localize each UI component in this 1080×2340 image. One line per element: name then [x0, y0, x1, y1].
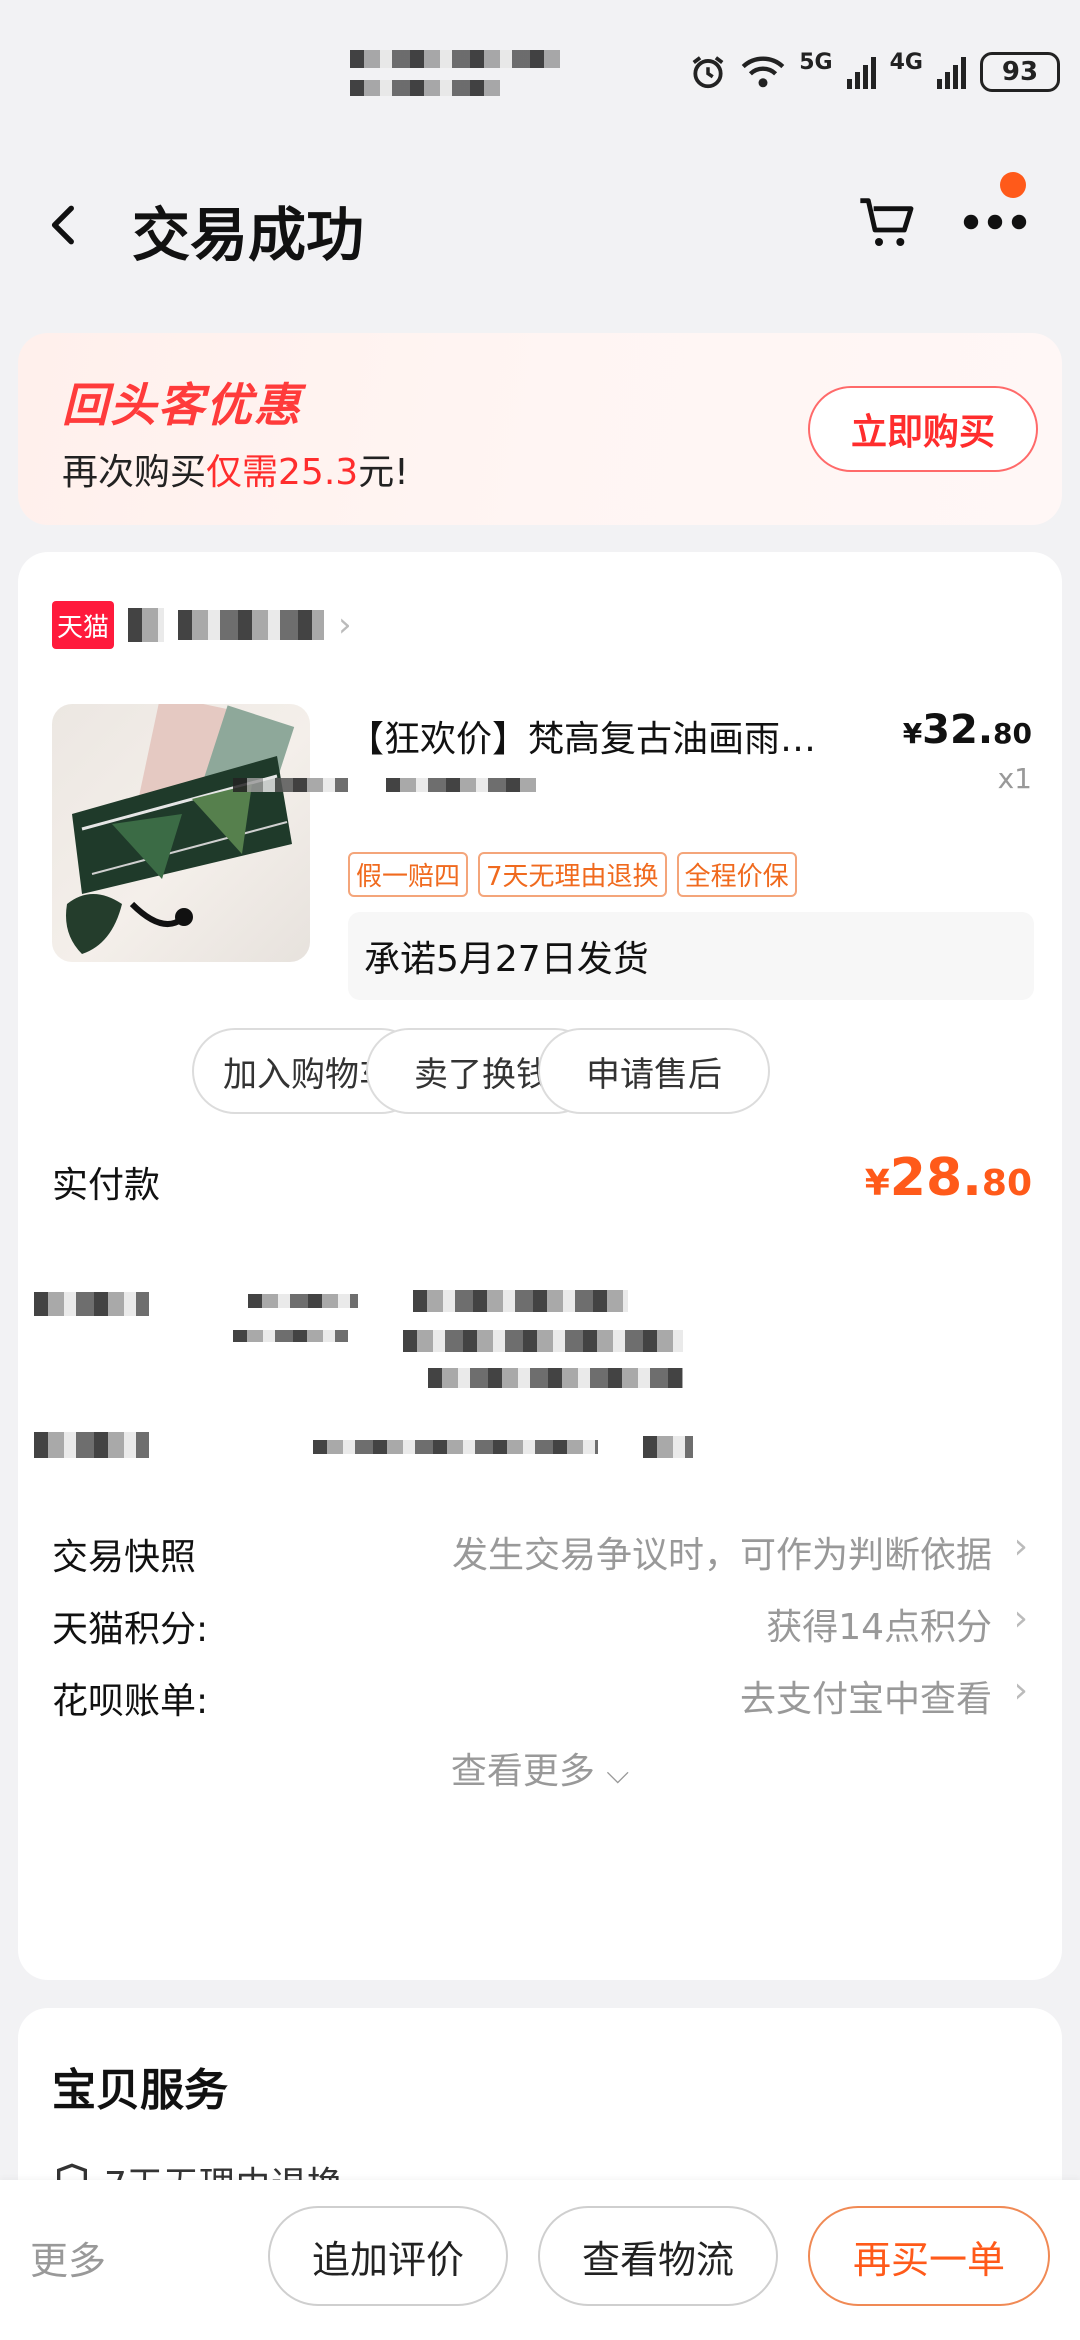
- umbrella-image: [66, 704, 295, 954]
- chevron-right-icon[interactable]: ›: [1014, 1598, 1028, 1639]
- buy-now-button[interactable]: 立即购买: [808, 386, 1038, 472]
- row-value-snapshot[interactable]: 发生交易争议时，可作为判断依据: [452, 1526, 992, 1578]
- redacted-shop-name: [128, 608, 164, 642]
- redacted-info: [34, 1292, 149, 1316]
- redacted-sku: [233, 778, 348, 792]
- redacted-sku: [386, 778, 536, 792]
- chevron-down-icon: ⌵: [606, 1756, 630, 1791]
- promo-sub-highlight: 仅需25.3: [206, 452, 359, 493]
- promo-title: 回头客优惠: [62, 378, 302, 432]
- redacted-info: [248, 1294, 358, 1308]
- signal-icon: [937, 55, 966, 89]
- chevron-right-icon[interactable]: ›: [1014, 1670, 1028, 1711]
- status-bar: 5G 4G 93: [0, 0, 1080, 150]
- promo-subtitle: 再次购买仅需25.3元!: [62, 443, 409, 495]
- chevron-right-icon: ›: [338, 605, 352, 645]
- service-tags: 假一赔四 7天无理由退换 全程价保: [348, 852, 797, 897]
- cart-icon[interactable]: [855, 190, 919, 254]
- item-service-card: 宝贝服务 7天无理由退换: [18, 2008, 1062, 2208]
- order-card: 天猫 › 【狂欢价】梵高复古油画雨… ¥32.80 x1 假一赔四 7天无理由退…: [18, 552, 1062, 1980]
- paid-decimal: 80: [981, 1163, 1032, 1204]
- row-label-points: 天猫积分:: [52, 1609, 209, 1650]
- redacted-shop-name: [178, 610, 324, 640]
- alarm-icon: [692, 56, 724, 89]
- redacted-time: [350, 80, 500, 96]
- paid-amount: ¥28.80: [865, 1148, 1032, 1208]
- network-5g-label: 5G: [799, 49, 833, 75]
- page-title: 交易成功: [132, 201, 365, 269]
- row-label-huabei: 花呗账单:: [52, 1681, 209, 1722]
- shop-header[interactable]: 天猫 ›: [52, 600, 352, 650]
- returning-customer-banner: 回头客优惠 再次购买仅需25.3元! 立即购买: [18, 333, 1062, 525]
- tag-item: 全程价保: [676, 852, 797, 897]
- add-review-button[interactable]: 追加评价: [268, 2206, 508, 2306]
- more-button[interactable]: 更多: [30, 2230, 106, 2285]
- promo-sub-prefix: 再次购买: [62, 452, 207, 493]
- bottom-action-bar: 更多 追加评价 查看物流 再买一单: [0, 2180, 1080, 2340]
- product-quantity: x1: [997, 762, 1032, 795]
- chevron-right-icon[interactable]: ›: [1014, 1526, 1028, 1567]
- promo-sub-suffix: 元!: [358, 452, 409, 493]
- shipping-promise: 承诺5月27日发货: [348, 912, 1034, 1000]
- price-currency: ¥: [902, 717, 923, 750]
- service-title: 宝贝服务: [52, 2065, 228, 2116]
- tag-item: 7天无理由退换: [478, 852, 667, 897]
- notification-dot: [1000, 172, 1026, 198]
- track-shipment-button[interactable]: 查看物流: [538, 2206, 778, 2306]
- row-value-points[interactable]: 获得14点积分: [766, 1598, 992, 1650]
- paid-currency: ¥: [864, 1163, 890, 1204]
- product-price: ¥32.80: [903, 707, 1032, 753]
- row-label-snapshot: 交易快照: [52, 1537, 197, 1578]
- redacted-time: [350, 50, 560, 68]
- battery-indicator: 93: [980, 52, 1060, 92]
- more-options-icon[interactable]: [955, 190, 1035, 254]
- tmall-badge: 天猫: [52, 601, 114, 649]
- redacted-info: [313, 1440, 598, 1454]
- see-more-toggle[interactable]: 查看更多 ⌵: [18, 1742, 1062, 1794]
- price-integer: 32.: [922, 707, 994, 753]
- back-arrow-icon[interactable]: [40, 200, 90, 250]
- redacted-info: [403, 1330, 683, 1352]
- redacted-info: [413, 1290, 628, 1312]
- buy-again-button[interactable]: 再买一单: [808, 2206, 1050, 2306]
- network-4g-label: 4G: [889, 49, 923, 75]
- tag-item: 假一赔四: [348, 852, 469, 897]
- redacted-info: [233, 1330, 348, 1342]
- signal-icon: [846, 55, 876, 89]
- see-more-label: 查看更多: [450, 1751, 595, 1792]
- redacted-info: [34, 1432, 149, 1458]
- price-decimal: 80: [993, 717, 1032, 750]
- nav-bar: 交易成功: [0, 160, 1080, 290]
- product-name[interactable]: 【狂欢价】梵高复古油画雨…: [348, 710, 888, 762]
- row-value-huabei[interactable]: 去支付宝中查看: [740, 1670, 992, 1722]
- wifi-icon: [741, 56, 785, 88]
- redacted-info: [428, 1368, 683, 1388]
- paid-label: 实付款: [52, 1165, 161, 1206]
- product-thumbnail[interactable]: [52, 704, 310, 962]
- paid-integer: 28.: [889, 1148, 982, 1208]
- status-icons: 5G 4G 93: [689, 49, 1060, 92]
- after-sales-button[interactable]: 申请售后: [538, 1028, 770, 1114]
- redacted-info: [643, 1436, 693, 1458]
